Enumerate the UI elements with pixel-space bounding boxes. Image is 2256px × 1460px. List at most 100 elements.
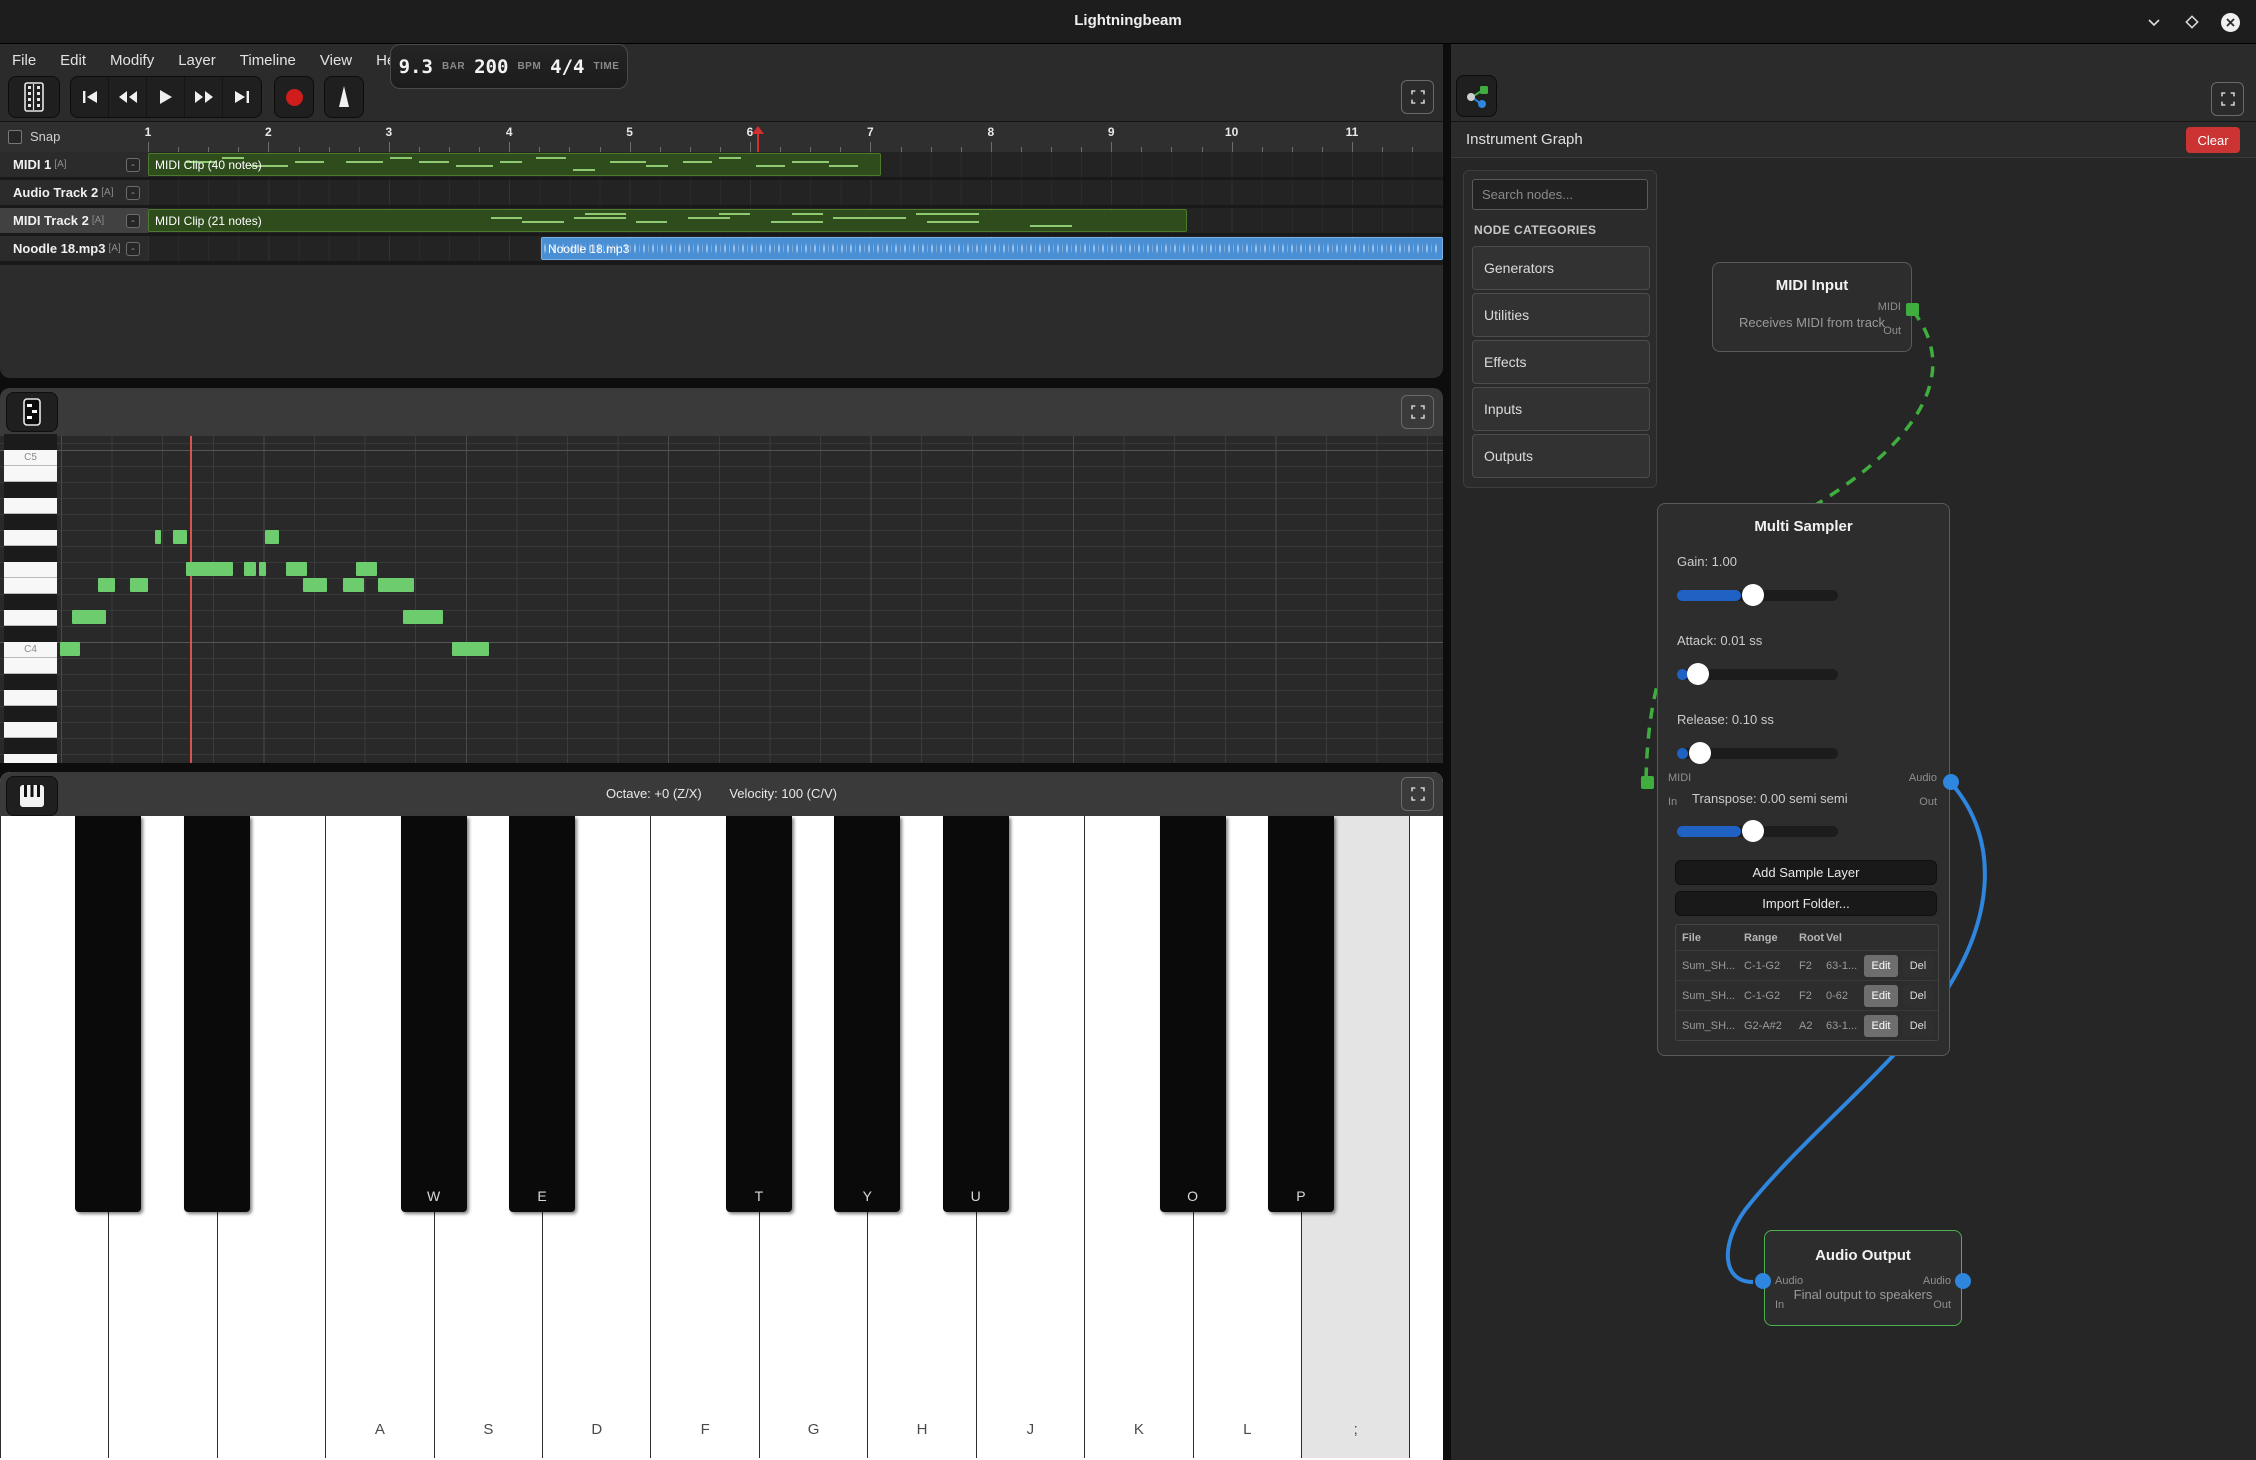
node-midi-input[interactable]: MIDI Input Receives MIDI from track MIDI…: [1712, 262, 1912, 352]
timeline-expand-button[interactable]: [1401, 80, 1434, 114]
slider-thumb[interactable]: [1687, 663, 1709, 685]
window-minimize-icon[interactable]: [2142, 10, 2166, 34]
midi-in-port[interactable]: [1641, 776, 1654, 789]
slider-thumb[interactable]: [1742, 584, 1764, 606]
black-key[interactable]: E: [509, 816, 575, 1212]
category-inputs[interactable]: Inputs: [1472, 387, 1650, 431]
play-button[interactable]: [147, 77, 185, 117]
search-input[interactable]: [1472, 179, 1648, 210]
track-lane[interactable]: MIDI Clip (21 notes)MIDI Track 2[A]-: [0, 208, 1443, 233]
midi-note[interactable]: [356, 562, 377, 576]
white-key[interactable]: [1409, 816, 1443, 1458]
menu-item-timeline[interactable]: Timeline: [240, 52, 296, 69]
edit-sample-button[interactable]: Edit: [1864, 1015, 1898, 1037]
import-folder-button[interactable]: Import Folder...: [1675, 891, 1937, 916]
midi-note[interactable]: [155, 530, 161, 544]
midi-note[interactable]: [343, 578, 364, 592]
window-maximize-icon[interactable]: [2180, 10, 2204, 34]
window-close-icon[interactable]: [2218, 10, 2242, 34]
midi-note[interactable]: [259, 562, 266, 576]
piano-roll-mode-button[interactable]: [6, 392, 58, 432]
track-header-midi-track-2[interactable]: MIDI Track 2[A]-: [0, 208, 148, 233]
black-key[interactable]: O: [1160, 816, 1226, 1212]
category-utilities[interactable]: Utilities: [1472, 293, 1650, 337]
category-generators[interactable]: Generators: [1472, 246, 1650, 290]
midi-note[interactable]: [265, 530, 279, 544]
audio-out-port[interactable]: [1943, 774, 1959, 790]
audio-in-port[interactable]: [1755, 1273, 1771, 1289]
black-key[interactable]: Y: [834, 816, 900, 1212]
black-key[interactable]: P: [1268, 816, 1334, 1212]
edit-sample-button[interactable]: Edit: [1864, 955, 1898, 977]
midi-note[interactable]: [98, 578, 115, 592]
track-header-noodle-18-mp3[interactable]: Noodle 18.mp3[A]-: [0, 236, 148, 261]
param-slider[interactable]: [1677, 590, 1838, 601]
black-key[interactable]: U: [943, 816, 1009, 1212]
black-key[interactable]: [75, 816, 141, 1212]
graph-canvas[interactable]: NODE CATEGORIES GeneratorsUtilitiesEffec…: [1451, 158, 2256, 1460]
keyboard-expand-button[interactable]: [1401, 777, 1434, 811]
param-slider[interactable]: [1677, 669, 1838, 680]
piano-roll-grid[interactable]: [0, 436, 1443, 763]
delete-sample-button[interactable]: Del: [1903, 1015, 1933, 1037]
node-multi-sampler[interactable]: Multi Sampler Gain: 1.00Attack: 0.01 ssR…: [1657, 503, 1950, 1056]
midi-note[interactable]: [60, 642, 80, 656]
menu-item-layer[interactable]: Layer: [178, 52, 216, 69]
midi-note[interactable]: [378, 578, 414, 592]
snap-checkbox[interactable]: [8, 130, 22, 144]
skip-end-button[interactable]: [223, 77, 261, 117]
track-header-audio-track-2[interactable]: Audio Track 2[A]-: [0, 180, 148, 205]
rewind-button[interactable]: [109, 77, 147, 117]
midi-out-port[interactable]: [1906, 303, 1919, 316]
track-lane[interactable]: MIDI Clip (40 notes)MIDI 1[A]-: [0, 152, 1443, 177]
category-outputs[interactable]: Outputs: [1472, 434, 1650, 478]
menu-item-edit[interactable]: Edit: [60, 52, 86, 69]
black-key[interactable]: T: [726, 816, 792, 1212]
fast-forward-button[interactable]: [185, 77, 223, 117]
black-key[interactable]: [184, 816, 250, 1212]
midi-note[interactable]: [303, 578, 327, 592]
skip-start-button[interactable]: [71, 77, 109, 117]
timeline-ruler[interactable]: Snap 1234567891011: [0, 122, 1443, 152]
piano-roll-expand-button[interactable]: [1401, 395, 1434, 429]
midi-clip[interactable]: MIDI Clip (40 notes): [148, 153, 881, 176]
record-button[interactable]: [274, 76, 314, 118]
midi-clip[interactable]: MIDI Clip (21 notes): [148, 209, 1187, 232]
menu-item-modify[interactable]: Modify: [110, 52, 154, 69]
midi-note[interactable]: [173, 530, 187, 544]
midi-note[interactable]: [186, 562, 233, 576]
delete-sample-button[interactable]: Del: [1903, 955, 1933, 977]
midi-note[interactable]: [244, 562, 256, 576]
midi-note[interactable]: [452, 642, 489, 656]
slider-thumb[interactable]: [1742, 820, 1764, 842]
node-audio-output[interactable]: Audio Output Final output to speakers Au…: [1764, 1230, 1962, 1326]
midi-note[interactable]: [403, 610, 443, 624]
delete-sample-button[interactable]: Del: [1903, 985, 1933, 1007]
transpose-slider[interactable]: [1677, 826, 1838, 837]
midi-note[interactable]: [286, 562, 307, 576]
metronome-button[interactable]: [324, 76, 364, 118]
category-effects[interactable]: Effects: [1472, 340, 1650, 384]
track-lane[interactable]: Audio Track 2[A]-: [0, 180, 1443, 205]
film-library-button[interactable]: [8, 76, 60, 118]
track-toggle[interactable]: -: [126, 186, 140, 200]
track-toggle[interactable]: -: [126, 214, 140, 228]
midi-note[interactable]: [72, 610, 106, 624]
track-lane[interactable]: Noodle 18.mp3 Noodle 18.mp3[A]-: [0, 236, 1443, 261]
track-toggle[interactable]: -: [126, 158, 140, 172]
midi-note[interactable]: [130, 578, 148, 592]
menu-item-file[interactable]: File: [12, 52, 36, 69]
audio-out-port[interactable]: [1955, 1273, 1971, 1289]
audio-clip[interactable]: Noodle 18.mp3: [541, 237, 1443, 260]
clear-graph-button[interactable]: Clear: [2186, 127, 2240, 153]
graph-expand-button[interactable]: [2211, 82, 2244, 116]
add-sample-layer-button[interactable]: Add Sample Layer: [1675, 860, 1937, 885]
track-toggle[interactable]: -: [126, 242, 140, 256]
param-slider[interactable]: [1677, 748, 1838, 759]
graph-view-button[interactable]: [1456, 75, 1497, 117]
track-header-midi-1[interactable]: MIDI 1[A]-: [0, 152, 148, 177]
edit-sample-button[interactable]: Edit: [1864, 985, 1898, 1007]
slider-thumb[interactable]: [1689, 742, 1711, 764]
playhead-marker[interactable]: [750, 126, 766, 152]
menu-item-view[interactable]: View: [320, 52, 352, 69]
